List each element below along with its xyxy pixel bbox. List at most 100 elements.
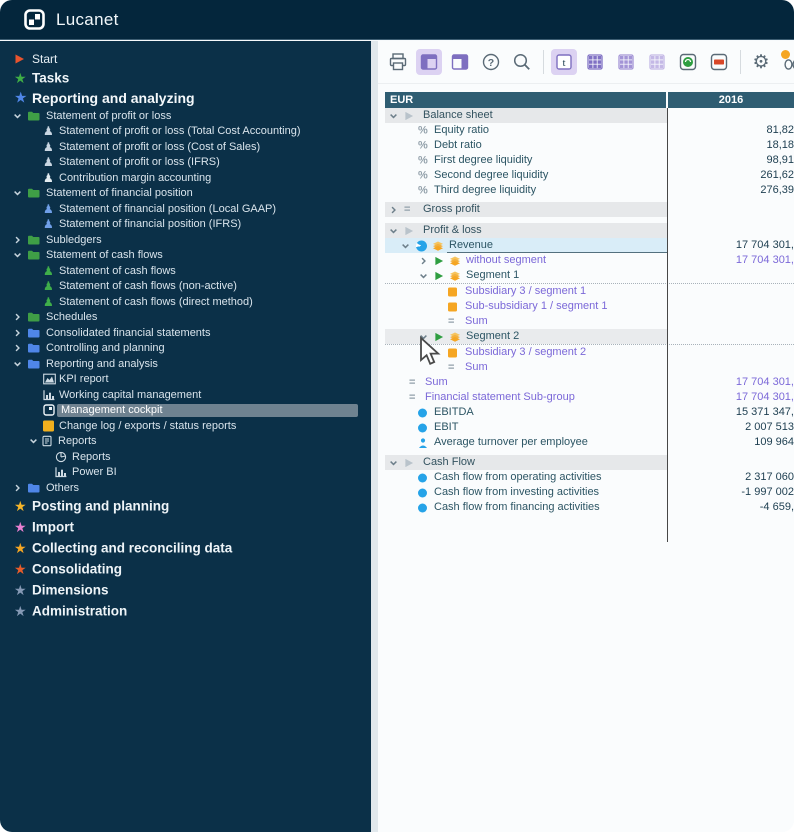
sidebar-item-contribution-margin-accounting[interactable]: ♟Contribution margin accounting [0, 170, 371, 186]
row-value-cell[interactable]: 261,62 [668, 168, 794, 183]
table-row-financial-statement-sub-group[interactable]: =Financial statement Sub-group17 704 301… [385, 390, 794, 405]
sidebar-item-statement-of-financial-position-local-gaap[interactable]: ♟Statement of financial position (Local … [0, 201, 371, 217]
table-row-sum[interactable]: =Sum [385, 360, 794, 375]
sidebar-item-administration[interactable]: ★Administration [0, 601, 371, 622]
row-name-cell[interactable]: Balance sheet [385, 108, 667, 123]
row-name-cell[interactable]: Subsidiary 3 / segment 1 [385, 284, 667, 299]
settings-button[interactable]: ⚙ [748, 49, 774, 75]
sidebar-item-start[interactable]: Start [0, 50, 371, 67]
sidebar-item-reports[interactable]: Reports [0, 434, 371, 450]
excel-export-button[interactable] [675, 49, 701, 75]
sidebar-item-reporting-and-analysis[interactable]: Reporting and analysis [0, 356, 371, 372]
table-row-ebit[interactable]: EBIT2 007 513 [385, 420, 794, 435]
row-name-cell[interactable]: Cash flow from operating activities [385, 470, 667, 485]
row-value-cell[interactable]: 17 704 301, [668, 390, 794, 405]
table-row-gross-profit[interactable]: =Gross profit [385, 202, 794, 217]
sidebar-item-management-cockpit[interactable]: Management cockpit [0, 403, 371, 419]
row-name-cell[interactable]: without segment [385, 253, 667, 268]
sidebar-item-others[interactable]: Others [0, 480, 371, 496]
sidebar-item-schedules[interactable]: Schedules [0, 310, 371, 326]
sidebar-item-collecting-and-reconciling-data[interactable]: ★Collecting and reconciling data [0, 538, 371, 559]
table-row-cash-flow-from-operating-activities[interactable]: Cash flow from operating activities2 317… [385, 470, 794, 485]
sidebar-item-reports[interactable]: Reports [0, 449, 371, 465]
help-button[interactable]: ? [478, 49, 504, 75]
sidebar-item-posting-and-planning[interactable]: ★Posting and planning [0, 496, 371, 517]
pdf-export-button[interactable] [706, 49, 732, 75]
sidebar-item-statement-of-profit-or-loss-ifrs[interactable]: ♟Statement of profit or loss (IFRS) [0, 155, 371, 171]
table-row-sum[interactable]: =Sum17 704 301, [385, 375, 794, 390]
sidebar-item-tasks[interactable]: ★Tasks [0, 67, 371, 88]
sidebar-item-statement-of-cash-flows-direct-method[interactable]: ♟Statement of cash flows (direct method) [0, 294, 371, 310]
sidebar-scrollbar[interactable] [371, 41, 378, 832]
row-name-cell[interactable]: %First degree liquidity [385, 153, 667, 168]
row-name-cell[interactable]: =Gross profit [385, 202, 667, 217]
layout-columns-button[interactable] [416, 49, 442, 75]
table-row-without-segment[interactable]: without segment17 704 301, [385, 253, 794, 268]
row-name-cell[interactable]: =Sum [385, 314, 667, 329]
row-value-cell[interactable]: -4 659, [668, 500, 794, 515]
text-cell-button[interactable]: t [551, 49, 577, 75]
table-row-segment-1[interactable]: Segment 1 [385, 268, 794, 284]
sidebar-item-dimensions[interactable]: ★Dimensions [0, 580, 371, 601]
row-value-cell[interactable]: 18,18 [668, 138, 794, 153]
sidebar-item-working-capital-management[interactable]: Working capital management [0, 387, 371, 403]
sidebar-item-statement-of-cash-flows[interactable]: Statement of cash flows [0, 248, 371, 264]
users-button[interactable] [779, 49, 794, 75]
grid-medium-button[interactable] [613, 49, 639, 75]
table-row-sub-subsidiary-1-segment-1[interactable]: Sub-subsidiary 1 / segment 1 [385, 299, 794, 314]
sidebar-item-statement-of-cash-flows-non-active[interactable]: ♟Statement of cash flows (non-active) [0, 279, 371, 295]
sidebar-item-kpi-report[interactable]: KPI report [0, 372, 371, 388]
table-row-cash-flow-from-investing-activities[interactable]: Cash flow from investing activities-1 99… [385, 485, 794, 500]
table-row-subsidiary-3-segment-1[interactable]: Subsidiary 3 / segment 1 [385, 284, 794, 299]
table-row-second-degree-liquidity[interactable]: %Second degree liquidity261,62 [385, 168, 794, 183]
row-name-cell[interactable]: Segment 1 [385, 268, 667, 283]
table-row-profit-loss[interactable]: Profit & loss [385, 223, 794, 238]
layout-columns-alt-button[interactable] [447, 49, 473, 75]
grid-dark-button[interactable] [582, 49, 608, 75]
row-value-cell[interactable]: -1 997 002 [668, 485, 794, 500]
sidebar-item-reporting-and-analyzing[interactable]: ★Reporting and analyzing [0, 88, 371, 108]
row-name-cell[interactable]: EBITDA [385, 405, 667, 420]
sidebar-item-statement-of-financial-position[interactable]: Statement of financial position [0, 186, 371, 202]
sidebar-item-change-log-exports-status-reports[interactable]: Change log / exports / status reports [0, 418, 371, 434]
sidebar-item-controlling-and-planning[interactable]: Controlling and planning [0, 341, 371, 357]
table-row-sum[interactable]: =Sum [385, 314, 794, 329]
row-name-cell[interactable]: Average turnover per employee [385, 435, 667, 450]
row-name-cell[interactable]: Cash flow from financing activities [385, 500, 667, 515]
table-row-average-turnover-per-employee[interactable]: Average turnover per employee109 964 [385, 435, 794, 450]
sidebar-item-statement-of-financial-position-ifrs[interactable]: ♟Statement of financial position (IFRS) [0, 217, 371, 233]
row-value-cell[interactable]: 2 317 060 [668, 470, 794, 485]
table-row-cash-flow-from-financing-activities[interactable]: Cash flow from financing activities-4 65… [385, 500, 794, 515]
table-row-debt-ratio[interactable]: %Debt ratio18,18 [385, 138, 794, 153]
table-row-subsidiary-3-segment-2[interactable]: Subsidiary 3 / segment 2 [385, 345, 794, 360]
row-name-cell[interactable]: =Sum [385, 375, 667, 390]
row-name-cell[interactable]: %Second degree liquidity [385, 168, 667, 183]
row-name-cell[interactable]: EBIT [385, 420, 667, 435]
row-value-cell[interactable]: 98,91 [668, 153, 794, 168]
row-name-cell[interactable]: %Equity ratio [385, 123, 667, 138]
row-value-cell[interactable]: 2 007 513 [668, 420, 794, 435]
row-value-cell[interactable]: 109 964 [668, 435, 794, 450]
sidebar-item-statement-of-profit-or-loss-total-cost-accounting[interactable]: ♟Statement of profit or loss (Total Cost… [0, 124, 371, 140]
row-name-cell[interactable]: Cash Flow [385, 455, 667, 470]
table-row-ebitda[interactable]: EBITDA15 371 347, [385, 405, 794, 420]
sidebar-item-subledgers[interactable]: Subledgers [0, 232, 371, 248]
row-value-cell[interactable]: 276,39 [668, 183, 794, 198]
row-name-cell[interactable]: %Debt ratio [385, 138, 667, 153]
sidebar-item-statement-of-profit-or-loss-cost-of-sales[interactable]: ♟Statement of profit or loss (Cost of Sa… [0, 139, 371, 155]
table-row-first-degree-liquidity[interactable]: %First degree liquidity98,91 [385, 153, 794, 168]
row-name-cell[interactable]: =Financial statement Sub-group [385, 390, 667, 405]
grid-light-button[interactable] [644, 49, 670, 75]
sidebar-item-consolidating[interactable]: ★Consolidating [0, 559, 371, 580]
search-button[interactable] [509, 49, 535, 75]
table-row-equity-ratio[interactable]: %Equity ratio81,82 [385, 123, 794, 138]
year-column-header[interactable]: 2016 [668, 92, 794, 108]
currency-column-header[interactable]: EUR [385, 92, 666, 108]
table-row-balance-sheet[interactable]: Balance sheet [385, 108, 794, 123]
table-row-third-degree-liquidity[interactable]: %Third degree liquidity276,39 [385, 183, 794, 198]
row-value-cell[interactable]: 15 371 347, [668, 405, 794, 420]
row-name-cell[interactable]: Revenue [385, 238, 667, 253]
row-value-cell[interactable]: 17 704 301, [668, 253, 794, 268]
table-row-segment-2[interactable]: Segment 2 [385, 329, 794, 345]
table-row-revenue[interactable]: Revenue17 704 301, [385, 238, 794, 253]
